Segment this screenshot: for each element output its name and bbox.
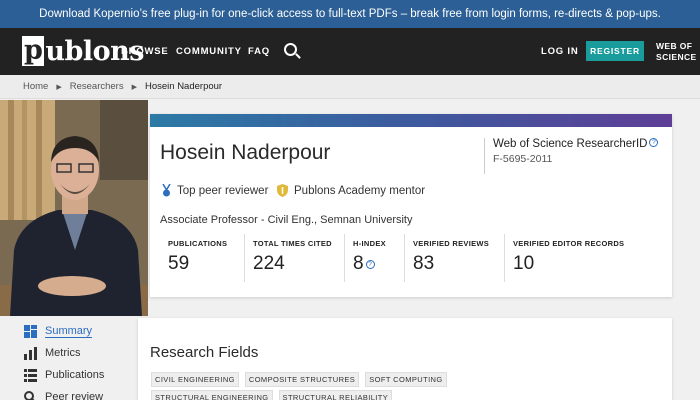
sidebar-item-publications[interactable]: Publications — [24, 366, 104, 384]
bar-chart-icon — [24, 346, 37, 360]
register-button[interactable]: REGISTER — [586, 41, 644, 61]
search-icon — [24, 390, 35, 400]
sidebar-item-metrics[interactable]: Metrics — [24, 344, 80, 362]
research-fields-title: Research Fields — [150, 344, 259, 361]
research-tag[interactable]: STRUCTURAL ENGINEERING — [151, 390, 273, 400]
research-tag[interactable]: COMPOSITE STRUCTURES — [244, 372, 360, 387]
research-tag[interactable]: STRUCTURAL RELIABILITY — [278, 390, 393, 400]
research-fields-card: Research Fields CIVIL ENGINEERING COMPOS… — [138, 318, 672, 400]
search-icon[interactable] — [284, 43, 302, 61]
chevron-right-icon: ▶ — [131, 83, 137, 91]
researcher-position: Associate Professor - Civil Eng., Semnan… — [160, 214, 413, 226]
card-header-stripe — [150, 114, 672, 127]
metric-label: TOTAL TIMES CITED — [253, 239, 332, 248]
nav-login[interactable]: LOG IN — [541, 28, 579, 75]
metric-value: 224 — [253, 253, 285, 274]
research-tags: CIVIL ENGINEERING COMPOSITE STRUCTURES S… — [151, 372, 571, 400]
metric-times-cited[interactable]: TOTAL TIMES CITED 224 — [244, 234, 344, 282]
profile-sidebar: Summary Metrics Publications Peer review — [0, 316, 137, 400]
chevron-right-icon: ▶ — [56, 83, 62, 91]
metric-label: VERIFIED EDITOR RECORDS — [513, 239, 625, 248]
profile-photo-illustration — [0, 100, 148, 316]
wos-line1: WEB OF — [656, 41, 693, 51]
researcher-name: Hosein Naderpour — [160, 141, 331, 164]
nav-community[interactable]: COMMUNITY — [176, 28, 242, 75]
award-academy-mentor[interactable]: Publons Academy mentor — [277, 184, 425, 197]
metric-verified-editor-records[interactable]: VERIFIED EDITOR RECORDS 10 — [504, 234, 644, 282]
profile-photo — [0, 100, 148, 316]
help-icon[interactable]: ? — [365, 260, 375, 269]
metric-h-index[interactable]: H-INDEX 8? — [344, 234, 404, 282]
sidebar-item-label: Summary — [45, 324, 93, 338]
metric-value: 8 — [353, 253, 364, 274]
metric-verified-reviews[interactable]: VERIFIED REVIEWS 83 — [404, 234, 504, 282]
plugin-banner[interactable]: Download Kopernio’s free plug-in for one… — [0, 0, 700, 28]
breadcrumb-current: Hosein Naderpour — [144, 81, 223, 92]
breadcrumb-researchers[interactable]: Researchers — [70, 81, 124, 92]
metric-label: VERIFIED REVIEWS — [413, 239, 490, 248]
sidebar-item-label: Metrics — [45, 347, 81, 359]
breadcrumb: Home ▶ Researchers ▶ Hosein Naderpour — [0, 75, 700, 99]
list-icon — [24, 368, 37, 382]
sidebar-item-label: Publications — [45, 369, 105, 381]
nav-browse[interactable]: BROWSE — [121, 28, 169, 75]
metric-label: H-INDEX — [353, 239, 386, 248]
banner-text[interactable]: Download Kopernio’s free plug-in for one… — [39, 8, 661, 20]
sidebar-item-label: Peer review — [45, 391, 104, 400]
shield-icon — [277, 184, 288, 197]
grid-icon — [24, 324, 37, 338]
metric-value: 83 — [413, 253, 435, 274]
medal-icon — [162, 184, 171, 197]
researcher-id-block: Web of Science ResearcherID? F-5695-2011 — [484, 138, 659, 174]
nav-faq[interactable]: FAQ — [248, 28, 270, 75]
metric-value: 10 — [513, 253, 535, 274]
award-top-reviewer[interactable]: Top peer reviewer — [162, 184, 268, 198]
sidebar-item-peer-review[interactable]: Peer review — [24, 388, 103, 400]
web-of-science-link[interactable]: WEB OF SCIENCE — [656, 41, 697, 63]
breadcrumb-home[interactable]: Home — [23, 81, 48, 92]
profile-card: Hosein Naderpour Web of Science Research… — [150, 114, 672, 297]
register-label: REGISTER — [590, 46, 640, 56]
metric-publications[interactable]: PUBLICATIONS 59 — [160, 234, 244, 282]
researcher-id-title: Web of Science ResearcherID — [493, 138, 648, 150]
researcher-id-value: F-5695-2011 — [493, 153, 553, 165]
help-icon[interactable]: ? — [649, 138, 659, 147]
metric-value: 59 — [168, 253, 190, 274]
wos-line2: SCIENCE — [656, 52, 697, 62]
research-tag[interactable]: SOFT COMPUTING — [365, 372, 447, 387]
award-label: Top peer reviewer — [177, 185, 269, 197]
award-label: Publons Academy mentor — [294, 184, 426, 197]
sidebar-item-summary[interactable]: Summary — [24, 322, 93, 340]
metric-label: PUBLICATIONS — [168, 239, 228, 248]
research-tag[interactable]: CIVIL ENGINEERING — [151, 372, 239, 387]
